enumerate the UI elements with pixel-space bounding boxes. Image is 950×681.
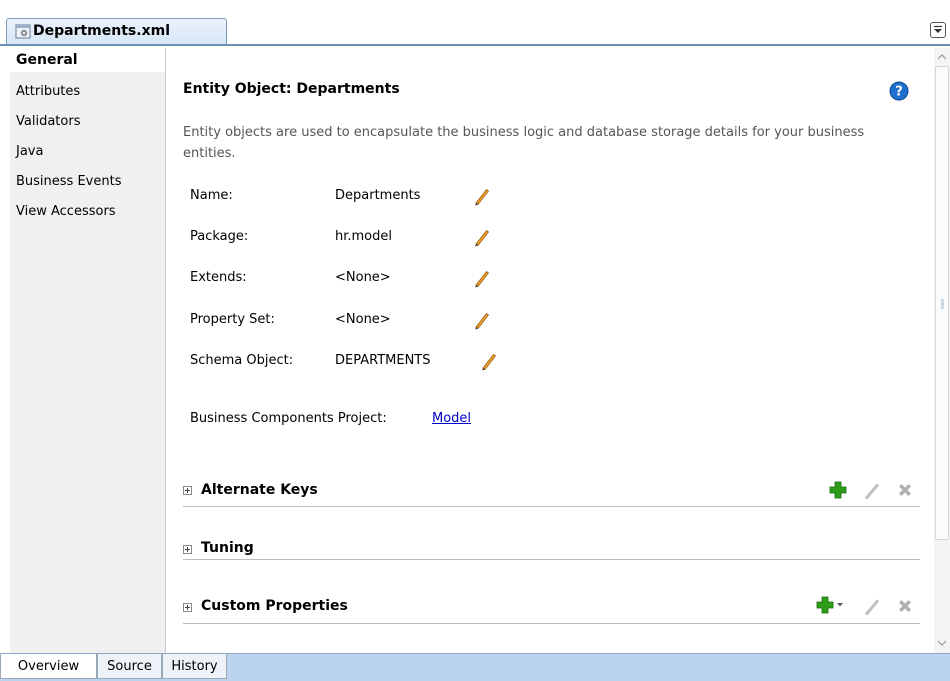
overview-nav: General Attributes Validators Java Busin… xyxy=(10,48,166,653)
nav-item-view-accessors[interactable]: View Accessors xyxy=(10,200,165,224)
entity-object-icon xyxy=(15,24,31,39)
tab-departments-xml[interactable]: Departments.xml xyxy=(6,18,227,44)
field-value-extends: <None> xyxy=(335,270,391,285)
nav-item-attributes[interactable]: Attributes xyxy=(10,80,165,104)
field-label-package: Package: xyxy=(190,229,249,244)
project-label: Business Components Project: xyxy=(190,411,387,426)
alternate-keys-expander-icon[interactable] xyxy=(183,486,192,495)
page-title: Entity Object: Departments xyxy=(183,81,400,97)
field-label-extends: Extends: xyxy=(190,270,247,285)
add-alternate-key-icon[interactable] xyxy=(828,480,848,500)
field-label-schema-object: Schema Object: xyxy=(190,353,294,368)
scroll-up-arrow-icon[interactable] xyxy=(934,50,950,64)
tab-list-menu-button[interactable] xyxy=(930,22,946,38)
field-value-package: hr.model xyxy=(335,229,393,244)
tuning-divider xyxy=(183,559,920,560)
field-value-name: Departments xyxy=(335,188,421,203)
edit-package-pencil-icon[interactable] xyxy=(472,227,492,247)
tab-strip-underline xyxy=(0,44,950,46)
edit-alternate-key-pencil-icon[interactable] xyxy=(862,480,882,500)
edit-property-set-pencil-icon[interactable] xyxy=(472,310,492,330)
edit-extends-pencil-icon[interactable] xyxy=(472,268,492,288)
tuning-expander-icon[interactable] xyxy=(183,545,192,554)
edit-schema-object-pencil-icon[interactable] xyxy=(479,351,499,371)
nav-item-validators[interactable]: Validators xyxy=(10,110,165,134)
scroll-down-arrow-icon[interactable] xyxy=(934,636,950,650)
custom-properties-divider xyxy=(183,623,920,624)
custom-properties-expander-icon[interactable] xyxy=(183,603,192,612)
nav-item-java[interactable]: Java xyxy=(10,140,165,164)
section-title-tuning[interactable]: Tuning xyxy=(201,540,254,556)
field-value-property-set: <None> xyxy=(335,312,391,327)
chevron-down-icon xyxy=(934,25,942,33)
delete-alternate-key-icon[interactable] xyxy=(895,480,915,500)
field-value-schema-object: DEPARTMENTS xyxy=(335,353,431,368)
description-text: Entity objects are used to encapsulate t… xyxy=(183,125,865,161)
add-dropdown-chevron-down-icon[interactable] xyxy=(836,602,844,608)
svg-text:?: ? xyxy=(895,85,903,100)
edit-name-pencil-icon[interactable] xyxy=(472,186,492,206)
edit-custom-property-pencil-icon[interactable] xyxy=(862,596,882,616)
section-title-alternate-keys[interactable]: Alternate Keys xyxy=(201,482,318,498)
tab-history[interactable]: History xyxy=(162,654,227,679)
section-title-custom-properties[interactable]: Custom Properties xyxy=(201,598,348,614)
field-label-property-set: Property Set: xyxy=(190,312,275,327)
alternate-keys-divider xyxy=(183,506,920,507)
delete-custom-property-icon[interactable] xyxy=(895,596,915,616)
help-icon[interactable]: ? xyxy=(889,81,909,101)
add-custom-property-icon[interactable] xyxy=(815,595,835,615)
scrollbar-thumb[interactable] xyxy=(935,66,949,540)
tab-source[interactable]: Source xyxy=(97,654,162,679)
tab-overview[interactable]: Overview xyxy=(0,654,97,679)
nav-item-business-events[interactable]: Business Events xyxy=(10,170,165,194)
project-model-link[interactable]: Model xyxy=(432,411,471,426)
nav-item-general[interactable]: General xyxy=(10,48,165,72)
field-label-name: Name: xyxy=(190,188,233,203)
tab-title: Departments.xml xyxy=(33,23,170,39)
